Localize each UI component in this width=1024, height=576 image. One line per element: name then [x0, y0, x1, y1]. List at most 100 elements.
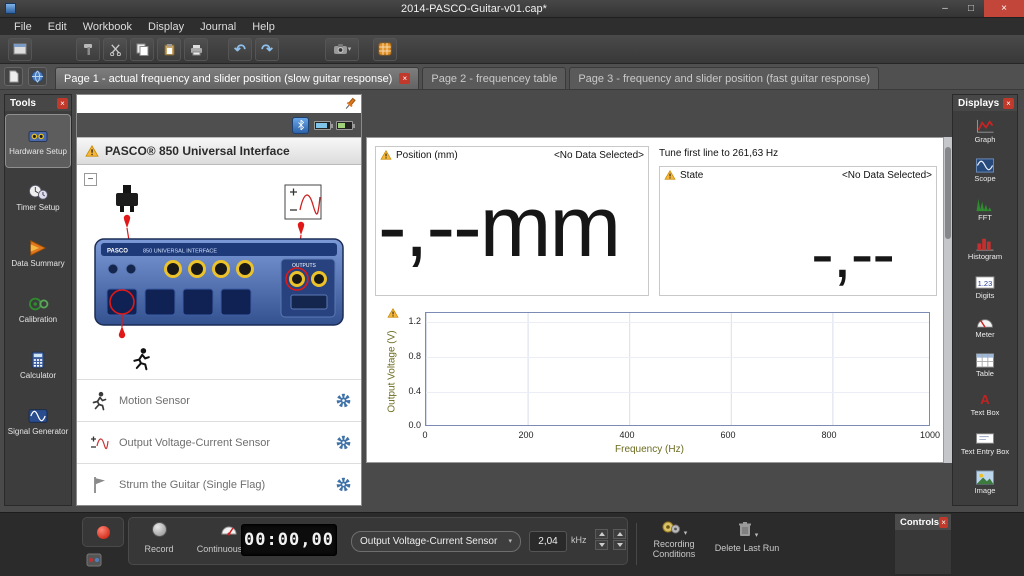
tools-hammer-button[interactable] — [76, 37, 100, 61]
display-item-scope[interactable]: Scope — [953, 150, 1017, 189]
plot-area[interactable] — [425, 312, 930, 426]
x-axis-label[interactable]: Frequency (Hz) — [615, 444, 684, 455]
display-item-label: Meter — [975, 329, 995, 339]
sidebar-item-data-summary[interactable]: Data Summary — [6, 227, 70, 279]
controls-mini-panel: Controls × — [894, 513, 952, 575]
y-axis-label[interactable]: Output Voltage (V) — [387, 307, 398, 437]
display-item-label: Graph — [974, 134, 996, 144]
display-item-graph[interactable]: Graph — [953, 111, 1017, 150]
display-item-image[interactable]: Image — [953, 462, 1017, 501]
spinner-up-button[interactable] — [595, 529, 608, 539]
vertical-scrollbar[interactable] — [944, 137, 952, 463]
sample-rate-adjust — [613, 529, 626, 550]
data-summary-icon — [30, 239, 47, 256]
display-item-text-box[interactable]: A Text Box — [953, 384, 1017, 423]
sensor-properties-gear-icon[interactable] — [336, 477, 351, 492]
display-item-histogram[interactable]: Histogram — [953, 228, 1017, 267]
data-selector[interactable]: <No Data Selected> — [842, 170, 932, 181]
sidebar-item-signal-generator[interactable]: Signal Generator — [6, 395, 70, 447]
sensor-row-motion[interactable]: Motion Sensor — [77, 379, 361, 421]
pin-icon[interactable] — [343, 97, 357, 114]
print-button[interactable] — [184, 37, 208, 61]
undo-button[interactable]: ↶ — [228, 37, 252, 61]
displays-panel-header: Displays × — [953, 95, 1017, 111]
new-page-button[interactable] — [4, 67, 23, 86]
close-displays-panel-icon[interactable]: × — [1003, 97, 1014, 109]
bluetooth-button[interactable] — [292, 116, 309, 134]
workbook-file-button[interactable] — [8, 37, 32, 61]
menu-workbook[interactable]: Workbook — [75, 20, 140, 34]
menu-help[interactable]: Help — [244, 20, 283, 34]
palette-icon[interactable] — [86, 553, 102, 570]
rate-increase-button[interactable] — [613, 529, 626, 539]
redo-icon: ↷ — [261, 41, 273, 57]
sidebar-item-calibration[interactable]: Calibration — [6, 283, 70, 335]
triangle-up-icon — [616, 532, 623, 536]
display-item-text-entry-box[interactable]: Text Entry Box — [953, 423, 1017, 462]
menu-file[interactable]: File — [6, 20, 40, 34]
sidebar-item-hardware-setup[interactable]: Hardware Setup — [5, 114, 71, 168]
sensor-list: Motion Sensor Output Voltage-Current Sen… — [77, 379, 361, 505]
display-item-label: Table — [976, 368, 994, 378]
close-tools-panel-icon[interactable]: × — [57, 97, 68, 109]
x-tick-label: 600 — [720, 430, 736, 440]
recording-conditions-button[interactable]: ▾ — [644, 519, 704, 538]
redo-button[interactable]: ↷ — [255, 37, 279, 61]
sensor-row-strum-guitar[interactable]: Strum the Guitar (Single Flag) — [77, 463, 361, 505]
measurement-selector[interactable]: Position (mm) — [396, 150, 458, 161]
hardware-setup-icon — [28, 130, 48, 142]
page-options-button[interactable] — [28, 67, 47, 86]
journal-button[interactable] — [373, 37, 397, 61]
timer-value: 00:00,00 — [244, 530, 334, 550]
x-tick-label: 400 — [619, 430, 635, 440]
tools-panel: Tools × Hardware Setup Timer Setup Data … — [4, 94, 72, 506]
controls-panel-title: Controls — [900, 516, 940, 528]
text-box-icon: A — [980, 392, 990, 407]
controls-bar: Record ▾ Continuous Mode 00:00,00 Output… — [0, 512, 1024, 576]
delete-last-run-button[interactable]: ▾ — [716, 521, 780, 540]
sensor-row-output-voltage[interactable]: Output Voltage-Current Sensor — [77, 421, 361, 463]
minimize-button[interactable]: – — [932, 0, 958, 17]
tab-page-1[interactable]: Page 1 - actual frequency and slider pos… — [55, 67, 420, 89]
sensor-select-dropdown[interactable]: Output Voltage-Current Sensor ▾ — [351, 531, 521, 552]
copy-icon — [136, 43, 148, 56]
sample-rate-field[interactable]: 2,04 — [529, 531, 567, 552]
sidebar-item-label: Signal Generator — [7, 426, 69, 436]
record-button[interactable] — [135, 522, 183, 540]
close-controls-panel-icon[interactable]: × — [939, 516, 948, 528]
data-selector[interactable]: <No Data Selected> — [554, 150, 644, 161]
menu-journal[interactable]: Journal — [192, 20, 244, 34]
rate-decrease-button[interactable] — [613, 540, 626, 550]
tab-page-3[interactable]: Page 3 - frequency and slider position (… — [569, 67, 880, 89]
display-item-digits[interactable]: 1.23 Digits — [953, 267, 1017, 306]
copy-button[interactable] — [130, 37, 154, 61]
close-tab-icon[interactable]: × — [399, 73, 411, 84]
menu-edit[interactable]: Edit — [40, 20, 75, 34]
display-item-meter[interactable]: Meter — [953, 306, 1017, 345]
record-indicator-button[interactable] — [82, 517, 124, 547]
paste-button[interactable] — [157, 37, 181, 61]
camera-icon — [333, 44, 347, 54]
device-diagram[interactable]: PASCO 850 UNIVERSAL INTERFACE OUTPUTS — [85, 183, 355, 375]
spinner-down-button[interactable] — [595, 540, 608, 550]
sidebar-item-timer-setup[interactable]: Timer Setup — [6, 171, 70, 223]
sidebar-item-calculator[interactable]: Calculator — [6, 339, 70, 391]
display-item-fft[interactable]: FFT — [953, 189, 1017, 228]
display-item-table[interactable]: Table — [953, 345, 1017, 384]
fft-icon — [976, 198, 992, 211]
maximize-button[interactable]: □ — [958, 0, 984, 17]
sensor-properties-gear-icon[interactable] — [336, 393, 351, 408]
snapshot-button[interactable]: ▾ — [325, 37, 359, 61]
measurement-selector[interactable]: State — [680, 170, 703, 181]
cut-button[interactable] — [103, 37, 127, 61]
window-title: 2014-PASCO-Guitar-v01.cap* — [401, 2, 547, 15]
close-button[interactable]: × — [984, 0, 1024, 17]
x-tick-label: 800 — [821, 430, 837, 440]
displays-panel: Displays × Graph Scope FFT Histogram 1.2… — [952, 94, 1018, 506]
menu-display[interactable]: Display — [140, 20, 192, 34]
y-tick-label: 0.8 — [408, 351, 421, 361]
scrollbar-thumb[interactable] — [945, 147, 951, 239]
scissors-icon — [109, 43, 121, 56]
tab-page-2[interactable]: Page 2 - frequencey table — [422, 67, 567, 89]
sensor-properties-gear-icon[interactable] — [336, 435, 351, 450]
